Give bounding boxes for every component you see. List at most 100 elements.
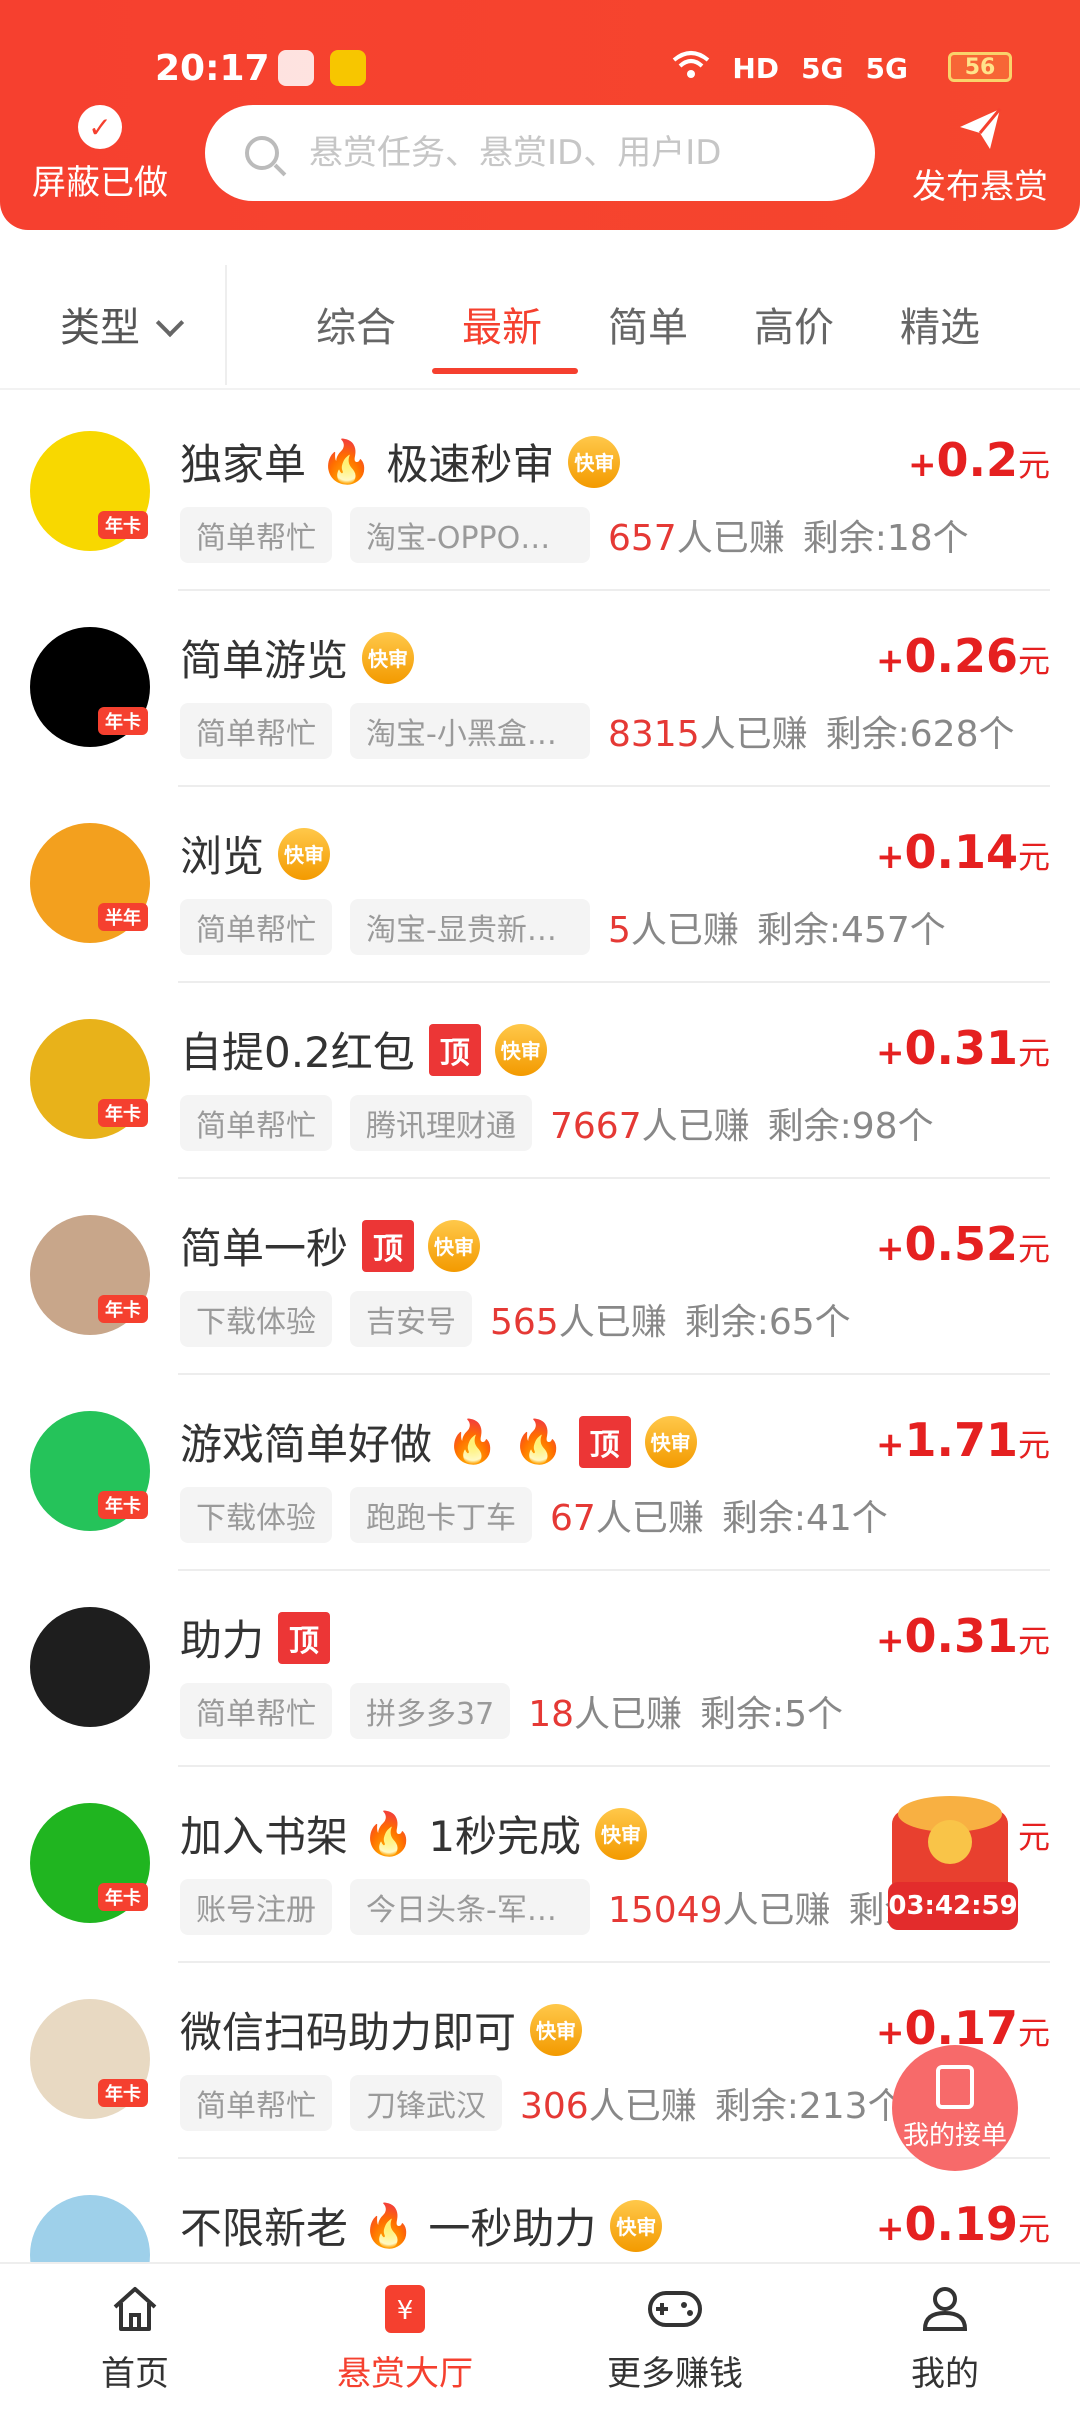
reward-unit: 元 (1017, 446, 1050, 484)
svg-text:¥: ¥ (397, 2296, 414, 2326)
reward-unit: 元 (1017, 2210, 1050, 2248)
task-category-tag: 下载体验 (180, 1487, 332, 1543)
document-icon (936, 2064, 974, 2109)
task-title: 简单一秒 (180, 1224, 349, 1273)
earned-number: 8315 (608, 714, 700, 755)
task-item[interactable]: 助力顶简单帮忙 拼多多37 18人已赚 剩余:5个 +0.31元 (0, 1571, 1080, 1767)
tab-high-price[interactable]: 高价 (754, 295, 834, 353)
reward-amount: 1.71 (904, 1413, 1018, 1467)
task-title-row: 加入书架 🔥 1秒完成 快审 (180, 1803, 648, 1864)
earned-suffix: 人已赚 (641, 1106, 750, 1147)
fire-icon: 🔥 (320, 436, 373, 486)
divider (225, 265, 227, 385)
music-app-icon (278, 50, 314, 86)
task-item[interactable]: 半年 浏览 快审 简单帮忙 淘宝-显贵新路... 5人已赚 剩余:457个 +0.14元 (0, 787, 1080, 983)
task-title-row: 简单游览 快审 (180, 627, 415, 688)
chevron-down-icon (155, 308, 185, 338)
pinned-badge: 顶 (278, 1611, 331, 1664)
task-title-suffix: 一秒助力 (428, 2204, 597, 2253)
earned-count: 18人已赚 (528, 1685, 682, 1737)
earned-suffix: 人已赚 (699, 714, 808, 755)
task-item[interactable]: 年卡 简单游览 快审 简单帮忙 淘宝-小黑盒追... 8315人已赚 剩余:628个 +0.2… (0, 591, 1080, 787)
nav-task-hall[interactable]: ¥ 悬赏大厅 (315, 2278, 495, 2395)
task-title: 简单游览 (180, 636, 349, 685)
reward-amount: 0.19 (904, 2197, 1018, 2251)
task-title-row: 独家单 🔥 极速秒审 快审 (180, 431, 621, 492)
remaining-count: 剩余:457个 (756, 910, 946, 951)
search-input[interactable] (309, 133, 829, 173)
earned-suffix: 人已赚 (722, 1890, 831, 1931)
task-title: 不限新老 (180, 2204, 349, 2253)
nav-more-earn[interactable]: 更多赚钱 (585, 2278, 765, 2395)
pinned-badge: 顶 (578, 1415, 631, 1468)
task-category-tag: 下载体验 (180, 1291, 332, 1347)
reward-unit: 元 (1017, 1230, 1050, 1268)
remaining-count: 剩余:98个 (767, 1106, 934, 1147)
remaining-count: 剩余:5个 (700, 1694, 844, 1735)
reward-unit: 元 (1017, 1426, 1050, 1464)
earned-number: 18 (528, 1694, 574, 1735)
task-platform-tag: 淘宝-OPPO旗... (350, 507, 590, 563)
task-meta-row: 简单帮忙 淘宝-显贵新路... 5人已赚 剩余:457个 (180, 899, 946, 955)
check-icon: ✓ (78, 105, 122, 149)
task-item[interactable]: 年卡 自提0.2红包顶快审 简单帮忙 腾讯理财通 7667人已赚 剩余:98个 +0.31元 (0, 983, 1080, 1179)
earned-count: 67人已赚 (550, 1489, 704, 1541)
tab-comprehensive[interactable]: 综合 (316, 295, 396, 353)
tab-simple[interactable]: 简单 (608, 295, 688, 353)
reward-amount: 0.2 (936, 433, 1018, 487)
task-category-tag: 简单帮忙 (180, 1095, 332, 1151)
task-reward: +1.71元 (876, 1413, 1050, 1467)
quick-review-badge: 快审 (278, 827, 331, 880)
earned-count: 5人已赚 (608, 901, 739, 953)
reward-amount: 0.14 (904, 825, 1018, 879)
nav-me[interactable]: 我的 (855, 2278, 1035, 2395)
membership-badge: 年卡 (98, 1099, 148, 1127)
quick-review-badge: 快审 (595, 1807, 648, 1860)
plus-sign: + (875, 2209, 905, 2249)
reward-amount: 0.52 (904, 1217, 1018, 1271)
reward-unit: 元 (1017, 2014, 1050, 2052)
task-meta-row: 简单帮忙 拼多多37 18人已赚 剩余:5个 (180, 1683, 843, 1739)
quick-review-badge: 快审 (362, 631, 415, 684)
active-tab-indicator (432, 368, 578, 374)
fire-icon: 🔥 (362, 2200, 415, 2250)
task-title: 独家单 (180, 440, 307, 489)
countdown-timer: 03:42:59 (888, 1882, 1018, 1930)
task-item[interactable]: 年卡 独家单 🔥 极速秒审 快审 简单帮忙 淘宝-OPPO旗... 657人已赚 剩余:18个 +… (0, 395, 1080, 591)
plus-sign: + (875, 837, 905, 877)
type-dropdown[interactable]: 类型 (60, 295, 185, 353)
task-title-row: 不限新老 🔥 一秒助力 快审 (180, 2195, 663, 2256)
hide-done-button[interactable]: ✓ 屏蔽已做 (20, 105, 180, 204)
hide-done-label: 屏蔽已做 (32, 163, 168, 203)
task-platform-tag: 吉安号 (350, 1291, 472, 1347)
plus-sign: + (875, 1229, 905, 1269)
remaining-count: 剩余:65个 (684, 1302, 851, 1343)
type-label: 类型 (60, 305, 140, 351)
tab-latest[interactable]: 最新 (462, 295, 542, 353)
task-meta-row: 简单帮忙 淘宝-OPPO旗... 657人已赚 剩余:18个 (180, 507, 969, 563)
my-orders-label: 我的接单 (902, 2120, 1007, 2151)
task-meta-row: 简单帮忙 腾讯理财通 7667人已赚 剩余:98个 (180, 1095, 934, 1151)
fire-icon: 🔥 (446, 1416, 499, 1466)
publish-task-button[interactable]: 发布悬赏 (900, 105, 1060, 208)
earned-number: 67 (550, 1498, 596, 1539)
reward-unit: 元 (1017, 1818, 1050, 1856)
task-title: 浏览 (180, 832, 265, 881)
search-icon (245, 136, 279, 170)
tab-featured[interactable]: 精选 (900, 295, 980, 353)
my-orders-button[interactable]: 我的接单 (892, 2045, 1018, 2171)
task-reward: +0.2元 (908, 433, 1050, 487)
task-category-tag: 简单帮忙 (180, 2075, 332, 2131)
task-item[interactable]: 年卡 游戏简单好做 🔥 🔥 顶快审 下载体验 跑跑卡丁车 67人已赚 剩余:41个 +1.71元 (0, 1375, 1080, 1571)
task-item[interactable]: 年卡 简单一秒顶快审 下载体验 吉安号 565人已赚 剩余:65个 +0.52元 (0, 1179, 1080, 1375)
earned-count: 8315人已赚 (608, 705, 808, 757)
plus-sign: + (875, 641, 905, 681)
nav-home[interactable]: 首页 (45, 2278, 225, 2395)
earned-number: 5 (608, 910, 631, 951)
task-reward: +0.31元 (876, 1021, 1050, 1075)
task-meta-row: 下载体验 跑跑卡丁车 67人已赚 剩余:41个 (180, 1487, 888, 1543)
search-bar[interactable] (205, 105, 875, 201)
earned-count: 306人已赚 (520, 2077, 697, 2129)
task-meta-row: 账号注册今日头条-军训...15049人已赚剩余: (180, 1879, 933, 1935)
signal-icon: 5G (801, 52, 844, 85)
